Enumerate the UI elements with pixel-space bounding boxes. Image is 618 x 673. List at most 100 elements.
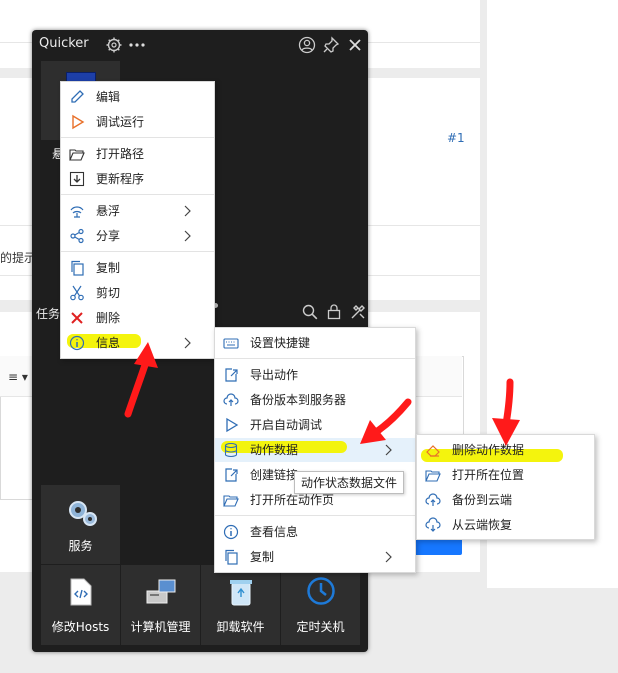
window-title: Quicker bbox=[39, 36, 89, 51]
pin-icon[interactable] bbox=[322, 36, 340, 54]
database-icon bbox=[224, 442, 238, 458]
menu-item-label: 剪切 bbox=[96, 286, 121, 300]
gear-icon[interactable] bbox=[105, 36, 123, 54]
info-submenu: 设置快捷键 导出动作 备份版本到服务器 开启自动调试 动作数据 创建链接 打开所… bbox=[214, 327, 416, 573]
menu-item-float[interactable]: 悬浮 bbox=[61, 199, 214, 223]
tools-icon[interactable] bbox=[350, 304, 366, 320]
user-icon[interactable] bbox=[298, 36, 316, 54]
submenu-item-copy[interactable]: 复制 bbox=[215, 545, 415, 569]
menu-item-label: 备份到云端 bbox=[452, 493, 513, 507]
cloud-upload-icon bbox=[223, 393, 239, 406]
annotation-arrow-3 bbox=[492, 378, 520, 446]
tile-label: 卸载软件 bbox=[216, 620, 265, 634]
submenu-item-restore-cloud[interactable]: 从云端恢复 bbox=[417, 513, 594, 537]
bottom-tile-row: 修改Hosts 计算机管理 卸载软件 定时关机 bbox=[32, 565, 368, 649]
eraser-icon bbox=[426, 445, 440, 457]
menu-item-label: 打开所在位置 bbox=[452, 468, 525, 482]
menu-item-label: 悬浮 bbox=[96, 204, 121, 218]
chevron-right-icon bbox=[184, 230, 191, 242]
menu-item-label: 查看信息 bbox=[250, 525, 299, 539]
submenu-item-view-info[interactable]: 查看信息 bbox=[215, 520, 415, 544]
tile-label: 服务 bbox=[68, 539, 93, 553]
annotation-arrow-1 bbox=[124, 342, 158, 418]
menu-item-label: 开启自动调试 bbox=[250, 418, 323, 432]
copy-icon bbox=[71, 260, 84, 276]
action-tile-hosts[interactable]: 修改Hosts bbox=[41, 565, 120, 645]
bg-link[interactable]: #1 bbox=[447, 131, 465, 145]
annotation-arrow-2 bbox=[360, 398, 412, 444]
menu-item-edit[interactable]: 编辑 bbox=[61, 85, 214, 109]
submenu-item-open-location[interactable]: 打开所在位置 bbox=[417, 463, 594, 487]
more-icon[interactable] bbox=[128, 36, 146, 54]
link-icon bbox=[225, 468, 238, 482]
cloud-download-icon bbox=[425, 517, 441, 532]
submenu-item-export[interactable]: 导出动作 bbox=[215, 363, 415, 387]
play-icon bbox=[72, 114, 85, 130]
float-icon bbox=[70, 206, 84, 218]
tile-label: 定时关机 bbox=[296, 620, 345, 634]
menu-separator bbox=[215, 515, 415, 516]
submenu-item-shortcut[interactable]: 设置快捷键 bbox=[215, 331, 415, 355]
action-tile-shutdown-timer[interactable]: 定时关机 bbox=[281, 565, 360, 645]
search-icon[interactable] bbox=[302, 304, 318, 320]
menu-item-cut[interactable]: 剪切 bbox=[61, 281, 214, 305]
action-tile-service[interactable]: 服务 bbox=[41, 485, 120, 564]
menu-item-label: 动作数据 bbox=[250, 443, 299, 457]
scissors-icon bbox=[70, 285, 84, 301]
menu-item-label: 创建链接 bbox=[250, 468, 299, 482]
menu-item-update[interactable]: 更新程序 bbox=[61, 167, 214, 191]
quicker-header: Quicker bbox=[32, 30, 368, 60]
submenu-item-backup-cloud[interactable]: 备份到云端 bbox=[417, 488, 594, 512]
tooltip: 动作状态数据文件 bbox=[294, 471, 405, 494]
folder-open-icon bbox=[223, 495, 239, 507]
task-label: 任务 bbox=[36, 307, 61, 321]
menu-item-label: 打开路径 bbox=[96, 147, 145, 161]
play-icon bbox=[226, 417, 239, 433]
menu-item-label: 从云端恢复 bbox=[452, 518, 513, 532]
tile-label: 计算机管理 bbox=[130, 620, 191, 634]
menu-item-copy[interactable]: 复制 bbox=[61, 256, 214, 280]
menu-item-label: 导出动作 bbox=[250, 368, 299, 382]
copy-icon bbox=[225, 549, 238, 565]
menu-item-label: 更新程序 bbox=[96, 172, 145, 186]
share-icon bbox=[70, 228, 84, 244]
menu-item-debug-run[interactable]: 调试运行 bbox=[61, 110, 214, 134]
file-code-icon bbox=[70, 578, 92, 606]
menu-separator bbox=[61, 251, 214, 252]
menu-item-delete[interactable]: 删除 bbox=[61, 306, 214, 330]
export-icon bbox=[225, 368, 238, 382]
info-icon bbox=[223, 524, 239, 540]
pencil-icon bbox=[71, 90, 84, 103]
folder-open-icon bbox=[69, 149, 85, 161]
menu-item-open-path[interactable]: 打开路径 bbox=[61, 142, 214, 166]
chevron-right-icon bbox=[385, 551, 392, 563]
close-red-icon bbox=[71, 312, 83, 324]
menu-item-label: 分享 bbox=[96, 229, 121, 243]
lock-icon[interactable] bbox=[326, 303, 342, 320]
folder-open-icon bbox=[425, 470, 441, 482]
recycle-bin-icon bbox=[230, 580, 252, 606]
cloud-upload-icon bbox=[425, 493, 441, 506]
computer-icon bbox=[146, 579, 176, 604]
clock-icon bbox=[307, 577, 335, 605]
close-icon[interactable] bbox=[346, 36, 364, 54]
menu-separator bbox=[61, 137, 214, 138]
keyboard-icon bbox=[223, 338, 239, 349]
menu-item-share[interactable]: 分享 bbox=[61, 224, 214, 248]
action-tile-computer-mgmt[interactable]: 计算机管理 bbox=[121, 565, 200, 645]
gears-icon bbox=[69, 501, 97, 526]
context-menu: 编辑 调试运行 打开路径 更新程序 悬浮 分享 复制 剪切 删除 信息 bbox=[60, 81, 215, 359]
tile-label: 修改Hosts bbox=[51, 620, 110, 634]
bg-format-button[interactable]: ≡ ▾ bbox=[8, 370, 28, 384]
menu-item-label: 设置快捷键 bbox=[250, 336, 311, 350]
menu-item-label: 编辑 bbox=[96, 90, 121, 104]
info-icon bbox=[69, 335, 85, 351]
menu-item-label: 复制 bbox=[96, 261, 121, 275]
menu-item-label: 信息 bbox=[96, 336, 121, 350]
action-tile-uninstall[interactable]: 卸载软件 bbox=[201, 565, 280, 645]
bg-partial-text: 的提示 bbox=[0, 251, 37, 265]
menu-separator bbox=[61, 194, 214, 195]
chevron-right-icon bbox=[184, 205, 191, 217]
menu-item-label: 删除 bbox=[96, 311, 121, 325]
menu-item-label: 复制 bbox=[250, 550, 275, 564]
